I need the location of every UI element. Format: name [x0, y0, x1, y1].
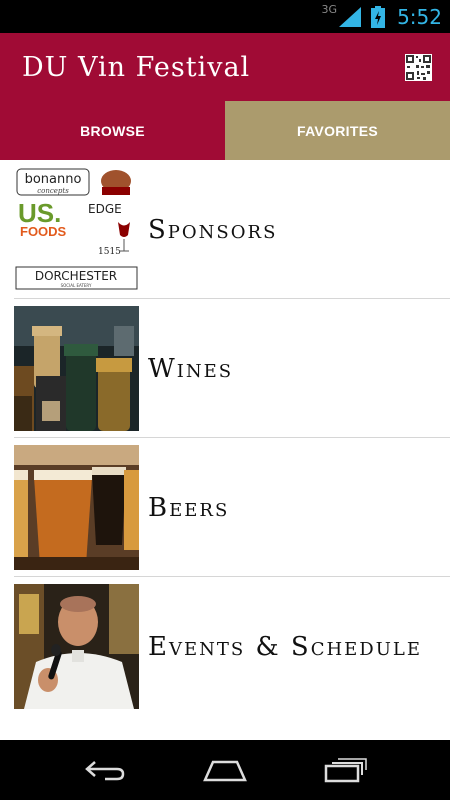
system-nav-bar [0, 740, 450, 800]
recent-apps-button[interactable] [320, 755, 370, 785]
back-button[interactable] [80, 755, 130, 785]
logo-bonanno: bonanno [25, 172, 82, 187]
recent-apps-icon [324, 758, 367, 783]
list-item-wines[interactable]: Wines [0, 299, 450, 438]
status-bar: 3G 5:52 [0, 0, 450, 33]
logo-edge: EDGE [88, 202, 122, 216]
action-bar: DU Vin Festival [0, 33, 450, 101]
category-list: bonanno concepts US. FOODS EDGE 1515 DOR… [0, 160, 450, 740]
signal-icon [339, 6, 362, 27]
logo-foods: FOODS [20, 224, 67, 239]
list-item-label: Beers [148, 492, 230, 523]
beer-glasses-image [14, 445, 139, 570]
network-type: 3G [321, 3, 338, 16]
wine-bottles-image [14, 306, 139, 431]
tab-browse-label: BROWSE [80, 122, 145, 139]
tab-favorites-label: FAVORITES [296, 122, 378, 139]
list-item-label: Events & Schedule [148, 631, 422, 662]
tab-browse[interactable]: BROWSE [0, 101, 225, 160]
beer-thumbnail [14, 445, 139, 570]
battery-charging-icon [371, 5, 386, 28]
back-icon [85, 761, 125, 781]
tab-favorites[interactable]: FAVORITES [225, 101, 450, 160]
events-thumbnail [14, 584, 139, 709]
sponsor-logos-image: bonanno concepts US. FOODS EDGE 1515 DOR… [15, 168, 138, 290]
list-item-beers[interactable]: Beers [0, 438, 450, 577]
list-item-sponsors[interactable]: bonanno concepts US. FOODS EDGE 1515 DOR… [0, 160, 450, 299]
sponsor-logos-thumbnail: bonanno concepts US. FOODS EDGE 1515 DOR… [14, 167, 139, 292]
app-title: DU Vin Festival [22, 51, 251, 83]
list-item-label: Wines [148, 353, 234, 384]
clock: 5:52 [397, 4, 442, 29]
logo-social-eatery: SOCIAL EATERY [61, 283, 92, 288]
qr-code-button[interactable] [404, 53, 432, 81]
wine-thumbnail [14, 306, 139, 431]
qr-code-icon [404, 53, 432, 81]
tab-bar: BROWSE FAVORITES [0, 101, 450, 160]
home-button[interactable] [200, 755, 250, 785]
logo-1515: 1515 [98, 247, 121, 257]
list-item-label: Sponsors [148, 214, 278, 245]
home-icon [203, 760, 247, 782]
logo-concepts: concepts [37, 187, 69, 195]
list-item-events-schedule[interactable]: Events & Schedule [0, 577, 450, 716]
logo-dorchester: DORCHESTER [35, 269, 117, 283]
chef-photo-image [14, 584, 139, 709]
